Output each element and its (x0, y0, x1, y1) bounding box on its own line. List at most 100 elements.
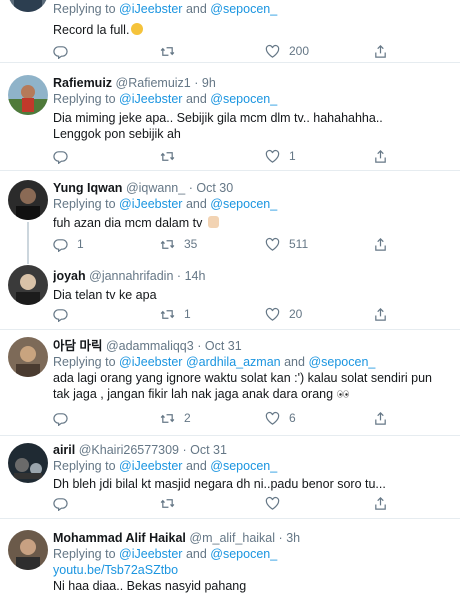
like-button[interactable]: 6 (265, 410, 296, 426)
mention-link[interactable]: @sepocen_ (308, 355, 375, 369)
like-button[interactable]: 200 (265, 43, 309, 59)
tweet-header: 아담 마릭 @adammaliqq3 · Oct 31 (53, 338, 454, 354)
mention-link[interactable]: @ardhila_azman (186, 355, 281, 369)
heart-icon (265, 237, 280, 252)
share-icon (373, 44, 388, 59)
retweet-button[interactable] (160, 148, 184, 164)
mention-link[interactable]: @iJeebster (119, 547, 182, 561)
tweet-0[interactable]: Replying to @iJeebster and @sepocen_ Rec… (0, 0, 460, 63)
timestamp[interactable]: 3h (286, 531, 300, 545)
mention-link[interactable]: @sepocen_ (210, 197, 277, 211)
separator: · (197, 339, 202, 353)
display-name[interactable]: 아담 마릭 (53, 339, 102, 353)
heart-icon (265, 44, 280, 59)
handle[interactable]: @Khairi26577309 (79, 443, 179, 457)
retweet-button[interactable]: 1 (160, 306, 191, 322)
share-button[interactable] (373, 43, 388, 59)
avatar[interactable] (8, 337, 48, 377)
display-name[interactable]: Yung Iqwan (53, 181, 122, 195)
like-button[interactable]: 511 (265, 236, 308, 252)
handle[interactable]: @m_alif_haikal (189, 531, 275, 545)
like-button[interactable] (265, 495, 289, 511)
timestamp[interactable]: Oct 31 (205, 339, 242, 353)
mention-link[interactable]: @iJeebster (119, 2, 182, 16)
timestamp[interactable]: 9h (202, 76, 216, 90)
separator: · (176, 269, 182, 283)
display-name[interactable]: Rafiemuiz (53, 76, 112, 90)
tweet-header: Mohammad Alif Haikal @m_alif_haikal · 3h (53, 530, 454, 546)
tweet-text-content: Record la full. (53, 23, 130, 37)
handle[interactable]: @Rafiemuiz1 (116, 76, 191, 90)
display-name[interactable]: joyah (53, 269, 86, 283)
reply-button[interactable] (53, 148, 77, 164)
reply-icon (53, 411, 68, 426)
avatar[interactable] (8, 75, 48, 115)
like-count: 20 (289, 307, 303, 321)
avatar[interactable] (8, 180, 48, 220)
reply-button[interactable] (53, 306, 77, 322)
share-button[interactable] (373, 495, 388, 511)
handle[interactable]: @iqwann_ (126, 181, 185, 195)
retweet-button[interactable]: 35 (160, 236, 197, 252)
share-button[interactable] (373, 306, 388, 322)
retweet-count: 35 (184, 237, 198, 251)
and-label: and (284, 355, 305, 369)
tweet-1[interactable]: Rafiemuiz @Rafiemuiz1 · 9h Replying to @… (0, 64, 460, 171)
mention-link[interactable]: @iJeebster (119, 92, 182, 106)
retweet-button[interactable] (160, 43, 184, 59)
tweet-text: Dia miming jeke apa.. Sebijik gila mcm d… (53, 111, 383, 141)
share-icon (373, 496, 388, 511)
retweet-icon (160, 237, 175, 252)
mention-link[interactable]: @sepocen_ (210, 547, 277, 561)
tweet-actions: 1 (53, 148, 453, 164)
tweet-header: joyah @jannahrifadin · 14h (53, 268, 454, 284)
avatar[interactable] (8, 265, 48, 305)
handle[interactable]: @adammaliqq3 (106, 339, 194, 353)
avatar[interactable] (8, 530, 48, 570)
tweet-3[interactable]: joyah @jannahrifadin · 14h Dia telan tv … (0, 264, 460, 330)
tweet-5[interactable]: airil @Khairi26577309 · Oct 31 Replying … (0, 437, 460, 519)
like-button[interactable]: 20 (265, 306, 302, 322)
youtube-link[interactable]: youtu.be/Tsb72aSZtbo (53, 562, 454, 578)
avatar[interactable] (8, 443, 48, 483)
separator: · (188, 181, 193, 195)
reply-icon (53, 307, 68, 322)
replying-label: Replying to (53, 2, 116, 16)
display-name[interactable]: Mohammad Alif Haikal (53, 531, 186, 545)
replying-to: Replying to @iJeebster and @sepocen_ (53, 458, 454, 474)
mention-link[interactable]: @sepocen_ (210, 2, 277, 16)
share-button[interactable] (373, 148, 388, 164)
reply-count: 1 (77, 237, 84, 251)
share-button[interactable] (373, 410, 388, 426)
reply-icon (53, 149, 68, 164)
display-name[interactable]: airil (53, 443, 75, 457)
mention-link[interactable]: @iJeebster (119, 355, 182, 369)
timestamp[interactable]: Oct 31 (190, 443, 227, 457)
retweet-button[interactable]: 2 (160, 410, 191, 426)
timestamp[interactable]: Oct 30 (196, 181, 233, 195)
mention-link[interactable]: @sepocen_ (210, 92, 277, 106)
share-button[interactable] (373, 236, 388, 252)
reply-button[interactable] (53, 410, 77, 426)
reply-button[interactable]: 1 (53, 236, 84, 252)
mention-link[interactable]: @iJeebster (119, 197, 182, 211)
heart-icon (265, 496, 280, 511)
replying-label: Replying to (53, 197, 116, 211)
heart-icon (265, 307, 280, 322)
tweet-4[interactable]: 아담 마릭 @adammaliqq3 · Oct 31 Replying to … (0, 331, 460, 436)
mention-link[interactable]: @sepocen_ (210, 459, 277, 473)
reply-button[interactable] (53, 43, 77, 59)
tweet-2[interactable]: Yung Iqwan @iqwann_ · Oct 30 Replying to… (0, 172, 460, 264)
tweet-6[interactable]: Mohammad Alif Haikal @m_alif_haikal · 3h… (0, 520, 460, 596)
like-button[interactable]: 1 (265, 148, 296, 164)
reply-icon (53, 237, 68, 252)
handle[interactable]: @jannahrifadin (89, 269, 173, 283)
timestamp[interactable]: 14h (185, 269, 206, 283)
retweet-button[interactable] (160, 495, 184, 511)
reply-button[interactable] (53, 495, 77, 511)
tweet-header: airil @Khairi26577309 · Oct 31 (53, 442, 454, 458)
avatar[interactable] (8, 0, 48, 12)
and-label: and (185, 547, 207, 561)
mention-link[interactable]: @iJeebster (119, 459, 182, 473)
replying-label: Replying to (53, 547, 116, 561)
